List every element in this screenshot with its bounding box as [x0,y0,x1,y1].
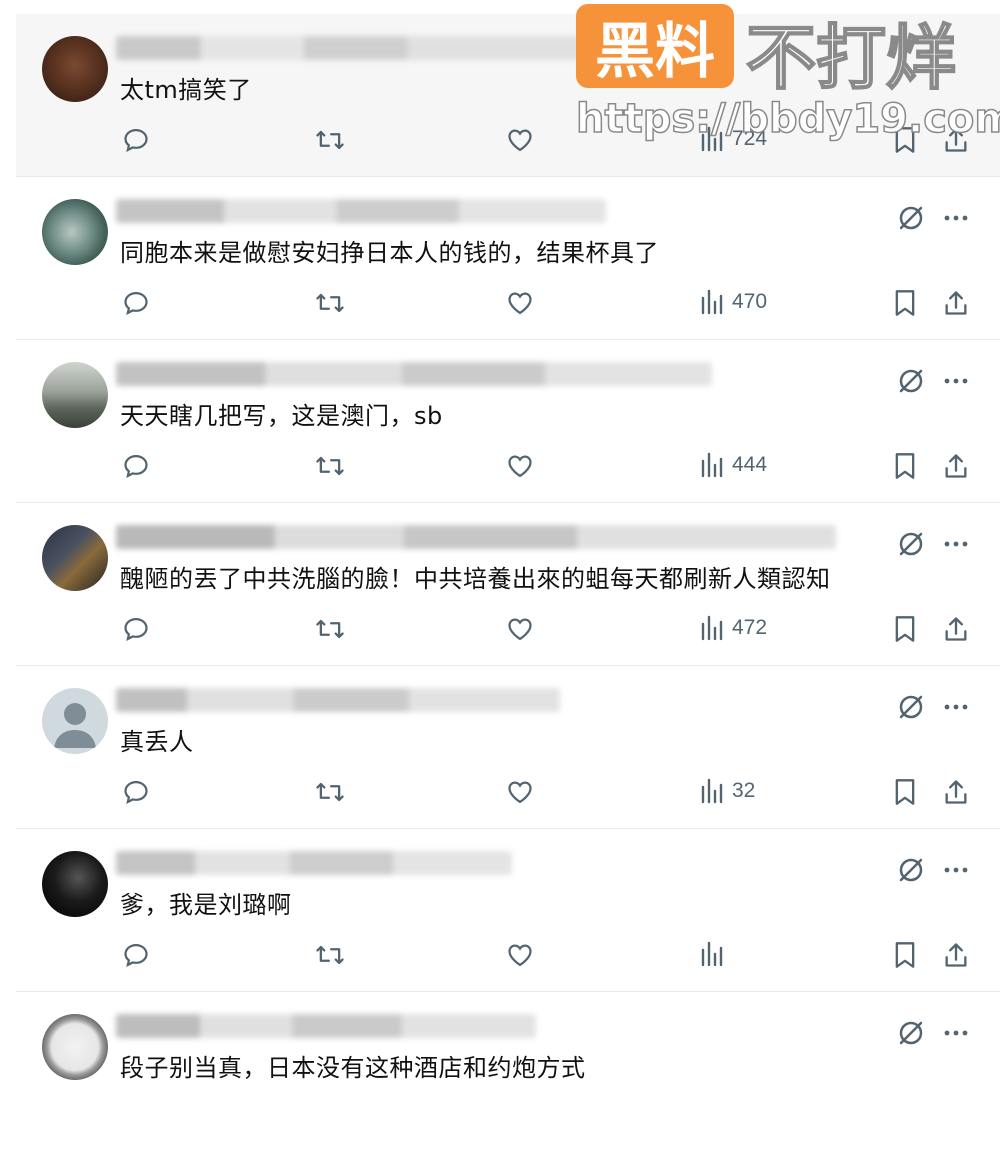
username-blurred[interactable] [116,851,512,875]
views-icon [701,289,723,315]
reply-icon[interactable] [122,289,150,317]
views-icon [701,452,723,478]
list-item[interactable]: 醜陋的丟了中共洗腦的臉！中共培養出來的蛆每天都刷新人類認知 472 [16,503,1000,666]
post-text: 醜陋的丟了中共洗腦的臉！中共培養出來的蛆每天都刷新人類認知 [120,565,831,593]
bookmark-icon[interactable] [892,941,918,969]
list-item[interactable]: 爹，我是刘璐啊 [16,829,1000,992]
grok-icon[interactable] [896,855,926,889]
bookmark-icon[interactable] [892,452,918,480]
username-blurred[interactable] [116,688,560,712]
post-text: 太tm搞笑了 [120,76,252,104]
like-icon[interactable] [506,126,534,154]
views-count[interactable]: 472 [700,615,767,641]
avatar[interactable] [42,688,108,754]
list-item[interactable]: 同胞本来是做慰安妇挣日本人的钱的，结果杯具了 470 [16,177,1000,340]
grok-icon[interactable] [896,1018,926,1052]
watermark-badge: 黑料 [576,4,734,88]
default-avatar-icon [54,703,96,748]
more-icon[interactable] [942,368,970,398]
retweet-icon[interactable] [314,941,346,969]
like-icon[interactable] [506,615,534,643]
views-count[interactable]: 444 [700,452,767,478]
list-item[interactable]: 真丢人 32 [16,666,1000,829]
reply-icon[interactable] [122,452,150,480]
avatar[interactable] [42,36,108,102]
avatar[interactable] [42,199,108,265]
retweet-icon[interactable] [314,126,346,154]
avatar[interactable] [42,1014,108,1080]
views-count[interactable] [700,941,732,967]
bookmark-icon[interactable] [892,615,918,643]
username-blurred[interactable] [116,36,586,60]
list-item[interactable]: 天天瞎几把写，这是澳门，sb 444 [16,340,1000,503]
post-text: 同胞本来是做慰安妇挣日本人的钱的，结果杯具了 [120,239,659,267]
views-icon [701,778,723,804]
more-icon[interactable] [942,205,970,235]
views-count[interactable]: 32 [700,778,755,804]
reply-icon[interactable] [122,615,150,643]
retweet-icon[interactable] [314,289,346,317]
like-icon[interactable] [506,289,534,317]
username-blurred[interactable] [116,362,712,386]
more-icon[interactable] [942,1020,970,1050]
reply-icon[interactable] [122,126,150,154]
username-blurred[interactable] [116,525,836,549]
retweet-icon[interactable] [314,615,346,643]
post-text: 真丢人 [120,728,194,756]
username-blurred[interactable] [116,199,606,223]
retweet-icon[interactable] [314,778,346,806]
views-number: 470 [732,290,768,313]
watermark: 黑料 不打烊 https://bbdy19.com [575,4,1000,144]
bookmark-icon[interactable] [892,778,918,806]
share-icon[interactable] [942,941,970,969]
grok-icon[interactable] [896,529,926,563]
like-icon[interactable] [506,452,534,480]
post-text: 段子别当真，日本没有这种酒店和约炮方式 [120,1054,586,1082]
more-icon[interactable] [942,694,970,724]
avatar[interactable] [42,362,108,428]
views-count[interactable]: 470 [700,289,767,315]
avatar[interactable] [42,525,108,591]
list-item[interactable]: 段子别当真，日本没有这种酒店和约炮方式 [16,992,1000,1154]
grok-icon[interactable] [896,692,926,726]
grok-icon[interactable] [896,203,926,237]
grok-icon[interactable] [896,366,926,400]
bookmark-icon[interactable] [892,289,918,317]
reply-icon[interactable] [122,778,150,806]
avatar[interactable] [42,851,108,917]
share-icon[interactable] [942,452,970,480]
username-blurred[interactable] [116,1014,536,1038]
share-icon[interactable] [942,615,970,643]
views-icon [701,615,723,641]
share-icon[interactable] [942,289,970,317]
post-text: 天天瞎几把写，这是澳门，sb [120,402,443,430]
post-text: 爹，我是刘璐啊 [120,891,292,919]
views-number: 472 [732,616,768,639]
watermark-url: https://bbdy19.com [575,95,1000,143]
views-icon [701,941,723,967]
retweet-icon[interactable] [314,452,346,480]
comment-feed: 太tm搞笑了 724 同胞本来是做慰安妇挣日本人的钱的，结果杯具了 470 天天… [16,14,1000,1154]
like-icon[interactable] [506,941,534,969]
like-icon[interactable] [506,778,534,806]
reply-icon[interactable] [122,941,150,969]
more-icon[interactable] [942,857,970,887]
more-icon[interactable] [942,531,970,561]
views-number: 32 [732,779,756,802]
share-icon[interactable] [942,778,970,806]
watermark-title: 不打烊 [745,16,957,100]
views-number: 444 [732,453,768,476]
